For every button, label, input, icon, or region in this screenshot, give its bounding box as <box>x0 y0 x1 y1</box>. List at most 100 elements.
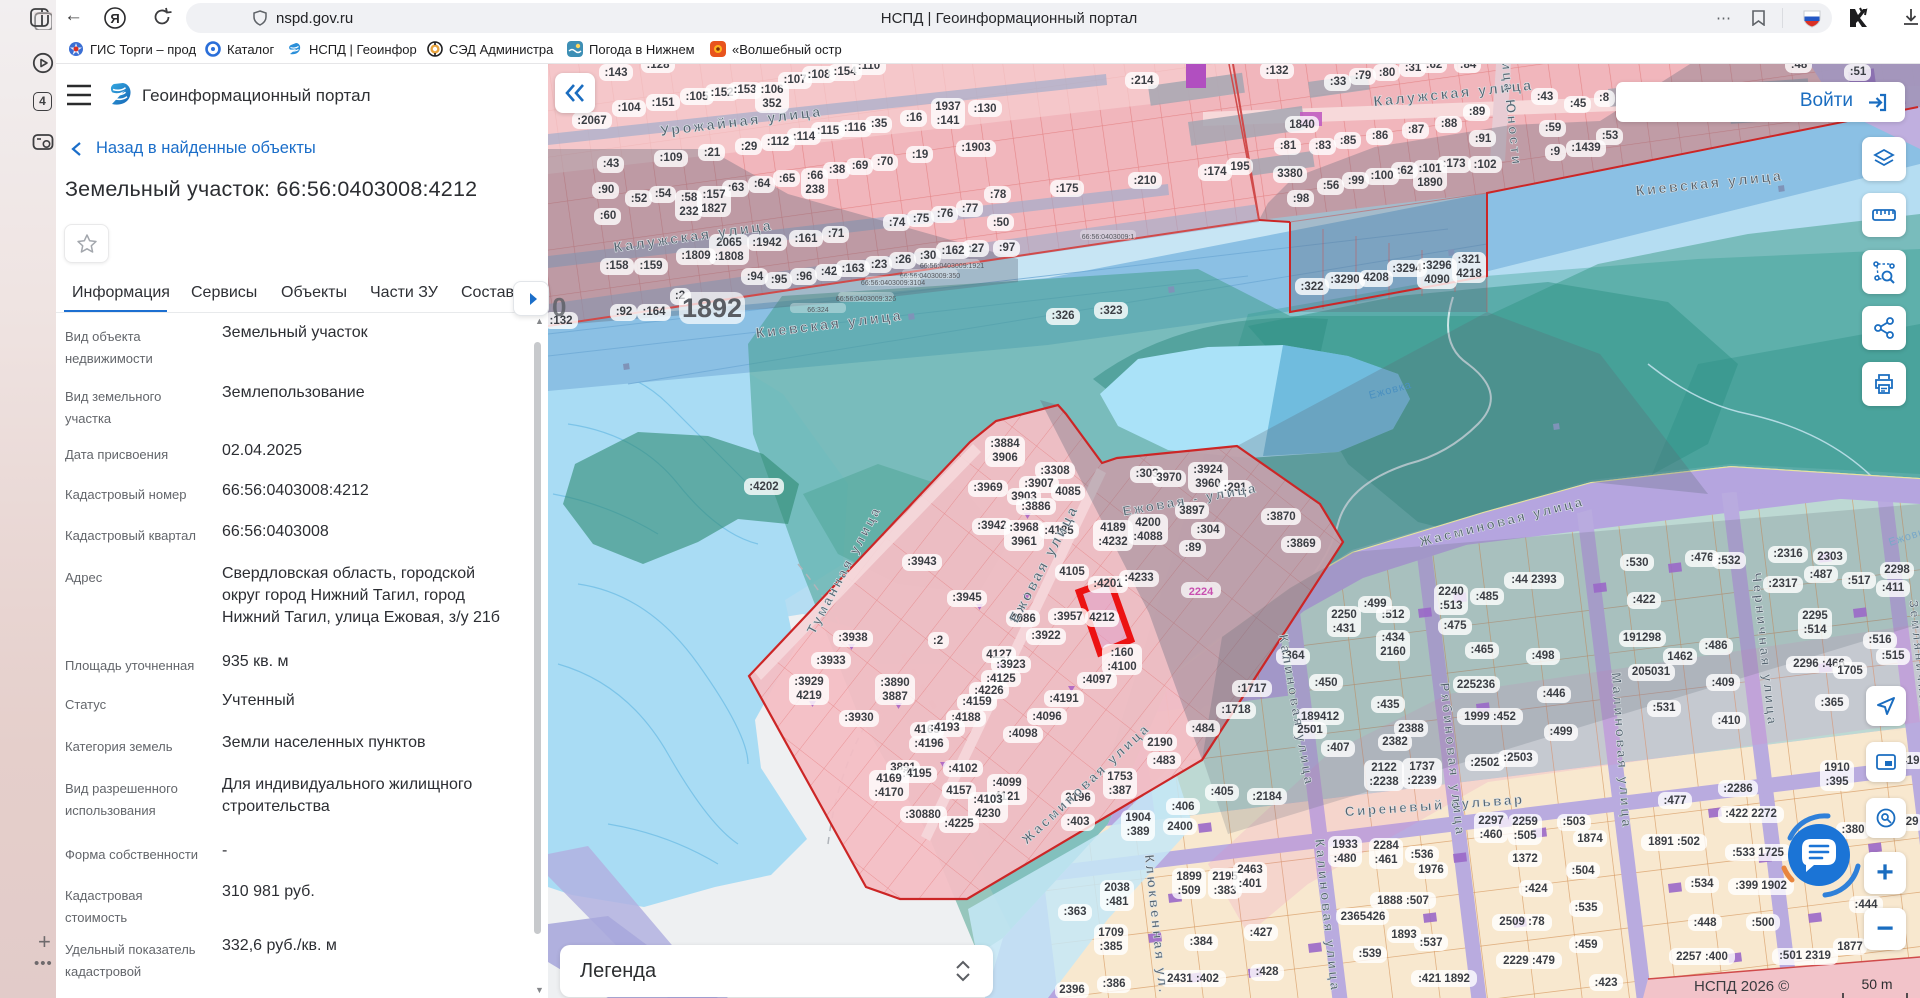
svg-text:66:56:0403009:3104: 66:56:0403009:3104 <box>861 280 925 287</box>
svg-text::44 2393: :44 2393 <box>1511 574 1556 586</box>
svg-text::3869: :3869 <box>1286 538 1315 550</box>
svg-text::89: :89 <box>1469 106 1486 118</box>
svg-text::3933: :3933 <box>816 655 845 667</box>
svg-text::161: :161 <box>794 233 818 245</box>
svg-text::4088: :4088 <box>1133 531 1163 543</box>
svg-text::83: :83 <box>1315 140 1332 152</box>
svg-text:4169: 4169 <box>876 773 902 785</box>
svg-text::3969: :3969 <box>973 482 1002 494</box>
svg-text::164: :164 <box>642 306 666 318</box>
svg-text::1718: :1718 <box>1221 704 1251 716</box>
svg-text::3296: :3296 <box>1422 260 1451 272</box>
svg-text::51: :51 <box>1850 66 1867 78</box>
svg-text::1439: :1439 <box>1571 142 1600 154</box>
svg-text::517: :517 <box>1847 575 1870 587</box>
svg-text::31: :31 <box>1405 64 1422 74</box>
svg-text::33: :33 <box>1330 76 1347 88</box>
svg-text:2431 :402: 2431 :402 <box>1167 973 1219 985</box>
svg-text:66:56:0403009:1921: 66:56:0403009:1921 <box>920 263 984 270</box>
svg-text::407: :407 <box>1326 742 1349 754</box>
svg-text::423: :423 <box>1594 977 1617 989</box>
svg-text::45: :45 <box>1570 98 1587 110</box>
svg-text::77: :77 <box>962 203 979 215</box>
svg-text::86: :86 <box>1372 130 1389 142</box>
svg-text:2229 :479: 2229 :479 <box>1503 955 1555 967</box>
svg-text:1999 :452: 1999 :452 <box>1464 711 1516 723</box>
svg-text::3886: :3886 <box>1021 501 1050 513</box>
svg-text::483: :483 <box>1152 755 1175 767</box>
svg-text::71: :71 <box>828 228 845 240</box>
svg-text::75: :75 <box>913 213 930 225</box>
svg-text:1705: 1705 <box>1837 665 1863 677</box>
svg-text::94: :94 <box>747 271 764 283</box>
svg-text:2297: 2297 <box>1478 815 1504 827</box>
svg-text::515: :515 <box>1881 650 1905 662</box>
svg-text::42: :42 <box>821 266 838 278</box>
svg-text::3943: :3943 <box>907 556 936 568</box>
svg-text::66: :66 <box>807 170 824 182</box>
svg-text::112: :112 <box>767 136 789 148</box>
svg-text::2502: :2502 <box>1470 757 1499 769</box>
svg-text::38: :38 <box>829 164 846 176</box>
svg-text::3929: :3929 <box>794 676 823 688</box>
svg-text::459: :459 <box>1574 939 1597 951</box>
svg-text::537: :537 <box>1419 937 1442 949</box>
svg-text:4105: 4105 <box>1059 566 1085 578</box>
svg-text::476: :476 <box>1690 552 1713 564</box>
svg-text::4099: :4099 <box>992 777 1021 789</box>
svg-text::513: :513 <box>1439 600 1462 612</box>
svg-text::1809: :1809 <box>681 250 710 262</box>
svg-text:4200: 4200 <box>1135 517 1161 529</box>
svg-text::389: :389 <box>1126 826 1149 838</box>
svg-text::487: :487 <box>1809 569 1832 581</box>
svg-text::153: :153 <box>733 84 756 96</box>
svg-text:2298: 2298 <box>1884 564 1910 576</box>
svg-text::116: :116 <box>844 122 866 134</box>
svg-text::322: :322 <box>1300 281 1323 293</box>
svg-text:1709: 1709 <box>1098 927 1124 939</box>
svg-text:1874: 1874 <box>1577 833 1603 845</box>
svg-text:2388: 2388 <box>1398 723 1424 735</box>
svg-text:2038: 2038 <box>1104 882 1130 894</box>
svg-text::384: :384 <box>1189 936 1213 948</box>
svg-text::54: :54 <box>655 188 672 200</box>
svg-text::484: :484 <box>1191 723 1215 735</box>
svg-text:2224: 2224 <box>1189 586 1214 598</box>
svg-text::19: :19 <box>912 149 929 161</box>
svg-text::99: :99 <box>1348 175 1365 187</box>
svg-text:2400: 2400 <box>1167 821 1193 833</box>
svg-text::516: :516 <box>1868 634 1891 646</box>
svg-text::109: :109 <box>659 152 682 164</box>
svg-text::385: :385 <box>1099 941 1123 953</box>
svg-text::3923: :3923 <box>996 659 1025 671</box>
svg-text::501 2319: :501 2319 <box>1779 950 1831 962</box>
svg-text::2317: :2317 <box>1768 578 1797 590</box>
svg-text::21: :21 <box>704 147 721 159</box>
svg-text:2284: 2284 <box>1373 840 1399 852</box>
svg-text:4218: 4218 <box>1456 268 1482 280</box>
svg-text:4157: 4157 <box>946 785 972 797</box>
svg-text::50: :50 <box>993 217 1010 229</box>
svg-text:1891 :502: 1891 :502 <box>1648 836 1700 848</box>
svg-text::98: :98 <box>1293 193 1310 205</box>
svg-text::104: :104 <box>617 102 641 114</box>
svg-text:4085: 4085 <box>1055 486 1081 498</box>
svg-text::2: :2 <box>933 635 943 647</box>
svg-text::499: :499 <box>1363 598 1386 610</box>
svg-text:205031: 205031 <box>1632 666 1671 678</box>
svg-text::395: :395 <box>1825 776 1849 788</box>
svg-text:2122: 2122 <box>1371 762 1397 774</box>
svg-text::151: :151 <box>651 97 675 109</box>
svg-text::3945: :3945 <box>952 592 982 604</box>
svg-text::4202: :4202 <box>749 481 778 493</box>
svg-text::448: :448 <box>1693 917 1717 929</box>
svg-text::3922: :3922 <box>1031 630 1060 642</box>
svg-text:66:56:0403009:326: 66:56:0403009:326 <box>836 296 896 303</box>
svg-text::535: :535 <box>1574 902 1598 914</box>
svg-text::3308: :3308 <box>1040 465 1070 477</box>
svg-text:66:56:0403009:1: 66:56:0403009:1 <box>1082 234 1135 241</box>
svg-text::4170: :4170 <box>874 787 903 799</box>
svg-text:1904: 1904 <box>1125 812 1151 824</box>
svg-text:1976: 1976 <box>1418 864 1444 876</box>
svg-text::56: :56 <box>1323 180 1340 192</box>
